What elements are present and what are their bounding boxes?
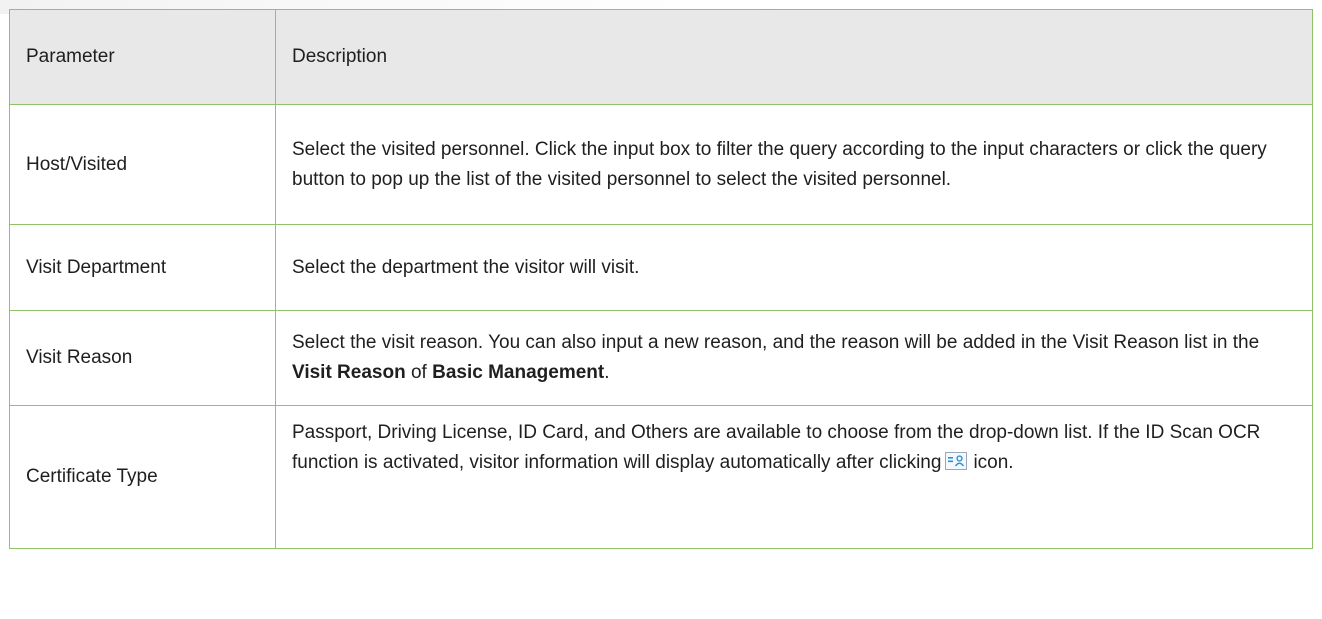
table-row: Visit Department Select the department t… <box>9 224 1313 311</box>
header-parameter: Parameter <box>9 9 276 105</box>
desc-visit-reason: Select the visit reason. You can also in… <box>275 310 1313 406</box>
parameter-table: Parameter Description Host/Visited Selec… <box>9 9 1313 549</box>
param-host-visited: Host/Visited <box>9 104 276 225</box>
table-row: Visit Reason Select the visit reason. Yo… <box>9 310 1313 406</box>
id-card-scan-icon <box>945 452 968 470</box>
param-visit-reason: Visit Reason <box>9 310 276 406</box>
desc-visit-reason-text: Select the visit reason. You can also in… <box>292 332 1260 353</box>
table-row: Certificate Type Passport, Driving Licen… <box>9 405 1313 549</box>
visit-reason-menu-ref: Visit Reason <box>292 362 406 383</box>
desc-certificate-type: Passport, Driving License, ID Card, and … <box>275 405 1313 549</box>
desc-visit-reason-end: . <box>604 362 610 383</box>
header-description: Description <box>275 9 1313 105</box>
param-visit-department: Visit Department <box>9 224 276 311</box>
desc-certificate-type-text: Passport, Driving License, ID Card, and … <box>292 422 1261 473</box>
desc-visit-reason-of: of <box>405 362 433 383</box>
basic-management-menu-ref: Basic Management <box>432 362 605 383</box>
desc-certificate-type-end: icon. <box>973 452 1014 473</box>
param-certificate-type: Certificate Type <box>9 405 276 549</box>
table-row: Host/Visited Select the visited personne… <box>9 104 1313 225</box>
document-page: Parameter Description Host/Visited Selec… <box>0 0 1322 619</box>
table-header-row: Parameter Description <box>9 9 1313 105</box>
desc-visit-department: Select the department the visitor will v… <box>275 224 1313 311</box>
desc-host-visited: Select the visited personnel. Click the … <box>275 104 1313 225</box>
